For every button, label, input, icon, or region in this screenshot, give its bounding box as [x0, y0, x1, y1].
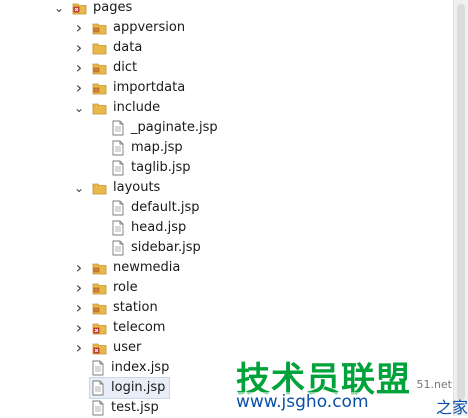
chevron-right-icon[interactable]: ›: [72, 338, 86, 358]
package-folder-icon: [92, 300, 108, 316]
tree-node-pages[interactable]: ⌄ pages: [52, 0, 132, 18]
tree-node-label: dict: [113, 60, 138, 75]
tree-folder-node[interactable]: › role: [72, 278, 138, 298]
jsp-file-icon: [110, 240, 126, 256]
tree-node-label: map.jsp: [131, 140, 183, 155]
chevron-right-icon[interactable]: ›: [72, 318, 86, 338]
tree-node-label: pages: [93, 0, 133, 15]
folder-icon: [92, 40, 108, 56]
package-folder-icon: [92, 60, 108, 76]
jsp-file-icon: [90, 380, 106, 396]
chevron-right-icon[interactable]: ›: [72, 38, 86, 58]
tree-file-node[interactable]: taglib.jsp: [110, 158, 191, 178]
tree-node-label: default.jsp: [131, 200, 200, 215]
chevron-down-icon[interactable]: ⌄: [72, 178, 86, 198]
package-folder-icon: [92, 20, 108, 36]
project-explorer-tree: ⌄ pages › appversion › data › dict › importdata…: [0, 0, 468, 416]
tree-folder-node[interactable]: › importdata: [72, 78, 185, 98]
tree-folder-node[interactable]: ⌄ layouts: [72, 178, 160, 198]
tree-node-label: include: [113, 100, 161, 115]
vertical-scrollbar[interactable]: [453, 0, 468, 416]
tree-folder-node[interactable]: ⌄ include: [72, 98, 160, 118]
tree-file-node[interactable]: default.jsp: [110, 198, 200, 218]
error-folder-icon: [92, 340, 108, 356]
tree-file-node[interactable]: _paginate.jsp: [110, 118, 218, 138]
chevron-right-icon[interactable]: ›: [72, 18, 86, 38]
tree-file-node[interactable]: map.jsp: [110, 138, 183, 158]
tree-node-label: head.jsp: [131, 220, 187, 235]
folder-icon: [92, 180, 108, 196]
error-folder-icon: [92, 320, 108, 336]
chevron-right-icon[interactable]: ›: [72, 78, 86, 98]
tree-folder-node[interactable]: › appversion: [72, 18, 185, 38]
tree-folder-node[interactable]: › telecom: [72, 318, 166, 338]
tree-node-label: login.jsp: [111, 380, 166, 395]
tree-folder-node[interactable]: › data: [72, 38, 143, 58]
tree-node-label: appversion: [113, 20, 186, 35]
tree-folder-node[interactable]: › user: [72, 338, 142, 358]
tree-node-label: newmedia: [113, 260, 181, 275]
chevron-right-icon[interactable]: ›: [72, 258, 86, 278]
package-folder-icon: [72, 0, 88, 16]
tree-node-label: data: [113, 40, 143, 55]
tree-node-label: taglib.jsp: [131, 160, 191, 175]
tree-node-label: sidebar.jsp: [131, 240, 201, 255]
package-folder-icon: [92, 280, 108, 296]
tree-file-node[interactable]: head.jsp: [110, 218, 186, 238]
tree-file-node[interactable]: sidebar.jsp: [110, 238, 201, 258]
jsp-file-icon: [110, 140, 126, 156]
tree-file-node[interactable]: test.jsp: [90, 398, 159, 418]
jsp-file-icon: [110, 120, 126, 136]
chevron-right-icon[interactable]: ›: [72, 278, 86, 298]
jsp-file-icon: [110, 220, 126, 236]
tree-folder-node[interactable]: › station: [72, 298, 158, 318]
tree-node-label: test.jsp: [111, 400, 159, 415]
tree-node-label: importdata: [113, 80, 186, 95]
folder-icon: [92, 100, 108, 116]
jsp-file-icon: [90, 400, 106, 416]
tree-folder-node[interactable]: › dict: [72, 58, 137, 78]
package-folder-icon: [92, 80, 108, 96]
chevron-down-icon[interactable]: ⌄: [52, 0, 66, 18]
tree-node-label: layouts: [113, 180, 161, 195]
tree-file-node[interactable]: login.jsp: [88, 377, 171, 399]
jsp-file-icon: [110, 200, 126, 216]
tree-folder-node[interactable]: › newmedia: [72, 258, 181, 278]
package-folder-icon: [92, 260, 108, 276]
chevron-down-icon[interactable]: ⌄: [72, 98, 86, 118]
jsp-file-icon: [90, 360, 106, 376]
jsp-file-icon: [110, 160, 126, 176]
tree-node-label: index.jsp: [111, 360, 170, 375]
scrollbar-thumb[interactable]: [457, 4, 465, 400]
tree-node-label: role: [113, 280, 138, 295]
tree-node-label: telecom: [113, 320, 166, 335]
tree-node-label: _paginate.jsp: [131, 120, 218, 135]
tree-file-node[interactable]: index.jsp: [90, 358, 169, 378]
tree-node-label: user: [113, 340, 142, 355]
chevron-right-icon[interactable]: ›: [72, 58, 86, 78]
chevron-right-icon[interactable]: ›: [72, 298, 86, 318]
tree-node-label: station: [113, 300, 158, 315]
